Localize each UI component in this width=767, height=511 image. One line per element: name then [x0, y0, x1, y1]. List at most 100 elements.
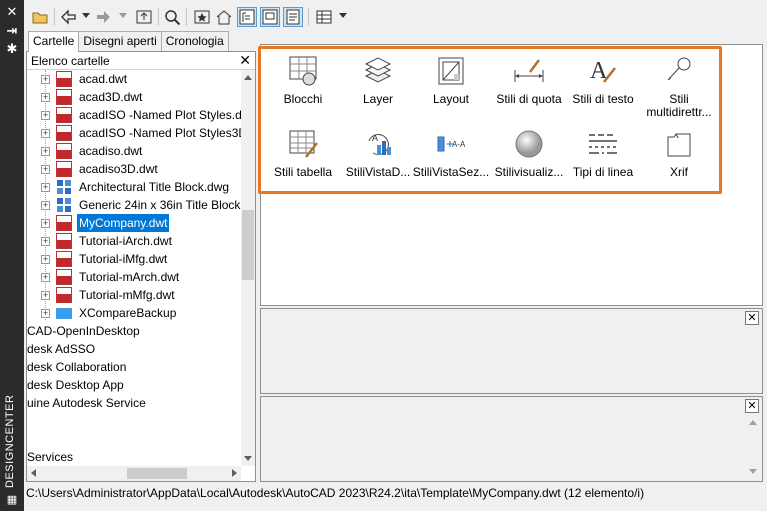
preview-icon[interactable] — [260, 7, 280, 27]
views-dropdown-icon[interactable] — [339, 13, 347, 18]
expand-icon[interactable]: + — [41, 219, 50, 228]
expand-icon[interactable]: + — [41, 93, 50, 102]
dwt-file-icon — [56, 143, 72, 159]
scroll-down-icon[interactable] — [244, 456, 252, 461]
close-icon[interactable]: ✕ — [239, 52, 251, 69]
expand-icon[interactable]: + — [41, 255, 50, 264]
expand-icon[interactable]: + — [41, 309, 50, 318]
content-item[interactable]: Layer — [339, 53, 417, 106]
status-bar: C:\Users\Administrator\AppData\Local\Aut… — [26, 486, 645, 500]
description-panel: ✕ — [260, 396, 763, 482]
scroll-up-icon[interactable] — [244, 75, 252, 80]
folder-list-panel: Elenco cartelle ✕ + acad.dwt + acad3D.dwt + a… — [26, 51, 256, 482]
tab-cartelle[interactable]: Cartelle — [28, 31, 80, 52]
search-icon[interactable] — [162, 7, 182, 27]
dwt-file-icon — [56, 71, 72, 87]
tree-item-label: acad.dwt — [79, 72, 128, 86]
content-item-label: Stili di quota — [496, 92, 562, 106]
designcenter-window: ✕ ⇥ ✱ DESIGNCENTER ▦ Cartelle Disegni ap… — [0, 0, 767, 511]
content-item[interactable]: Xrif — [640, 126, 718, 179]
svg-text:A: A — [372, 133, 378, 143]
textstyle-icon: A — [585, 53, 621, 89]
forward-icon[interactable] — [94, 7, 114, 27]
properties-icon[interactable]: ✱ — [5, 42, 19, 56]
content-item[interactable]: Layout — [412, 53, 490, 106]
toolbar-divider — [54, 8, 55, 26]
content-item[interactable]: A Stili di testo — [564, 53, 642, 106]
scroll-right-icon[interactable] — [232, 469, 237, 477]
content-item[interactable]: Stilivisualiz... — [490, 126, 568, 179]
sectionview-icon: A-A — [433, 126, 469, 162]
dwt-file-icon — [56, 107, 72, 123]
autohide-icon[interactable]: ⇥ — [5, 24, 19, 38]
tree-item-label: acadISO -Named Plot Styles3D — [79, 126, 241, 140]
tree-item-label: XCompareBackup — [79, 306, 177, 320]
tree-item-label: Tutorial-mArch.dwt — [79, 270, 180, 284]
vertical-scrollbar[interactable] — [241, 70, 255, 466]
scroll-up-icon[interactable] — [749, 420, 757, 425]
expand-icon[interactable]: + — [41, 147, 50, 156]
tab-strip: Cartelle Disegni aperti Cronologia — [28, 31, 229, 52]
expand-icon[interactable]: + — [41, 291, 50, 300]
expand-icon[interactable]: + — [41, 165, 50, 174]
tab-disegni-aperti[interactable]: Disegni aperti — [78, 31, 162, 51]
horizontal-scrollbar[interactable] — [27, 466, 241, 481]
palette-title-strip: ✕ ⇥ ✱ DESIGNCENTER ▦ — [0, 0, 24, 511]
views-icon[interactable] — [314, 7, 334, 27]
content-item-label: StiliVistaD... — [345, 165, 411, 179]
mleader-icon — [661, 53, 697, 89]
expand-icon[interactable]: + — [41, 111, 50, 120]
content-item[interactable]: Blocchi — [264, 53, 342, 106]
expand-icon[interactable]: + — [41, 273, 50, 282]
dwt-file-icon — [56, 161, 72, 177]
preview-panel: ✕ — [260, 308, 763, 394]
home-icon[interactable] — [214, 7, 234, 27]
tree-item-label: acadiso.dwt — [79, 144, 143, 158]
description-icon[interactable] — [283, 7, 303, 27]
content-item-label: StiliVistaSez... — [412, 165, 490, 179]
back-icon[interactable] — [58, 7, 78, 27]
tree-item-label: Services — [27, 450, 74, 464]
close-icon[interactable]: ✕ — [745, 399, 759, 413]
scroll-down-icon[interactable] — [749, 469, 757, 474]
layers-icon — [360, 53, 396, 89]
content-item-label: Blocchi — [283, 92, 323, 106]
expand-icon[interactable]: + — [41, 237, 50, 246]
dimstyle-icon — [511, 53, 547, 89]
dwt-file-icon — [56, 233, 72, 249]
content-item[interactable]: Stili multidirettr... — [640, 53, 718, 119]
up-icon[interactable] — [134, 7, 154, 27]
expand-icon[interactable]: + — [41, 75, 50, 84]
back-dropdown-icon[interactable] — [82, 13, 90, 18]
tree-connector — [45, 70, 46, 320]
tab-cronologia[interactable]: Cronologia — [160, 31, 229, 51]
forward-dropdown-icon[interactable] — [119, 13, 127, 18]
close-icon[interactable]: ✕ — [5, 5, 19, 19]
content-item[interactable]: Tipi di linea — [564, 126, 642, 179]
tree-toggle-icon[interactable] — [237, 7, 257, 27]
favorites-icon[interactable] — [192, 7, 212, 27]
expand-icon[interactable]: + — [41, 183, 50, 192]
scroll-left-icon[interactable] — [31, 469, 36, 477]
content-item-label: Xrif — [670, 165, 688, 179]
dwt-file-icon — [56, 251, 72, 267]
tree-item-label: Generic 24in x 36in Title Block.d — [79, 198, 241, 212]
folder-list-header: Elenco cartelle ✕ — [27, 52, 255, 70]
content-item[interactable]: Stili di quota — [490, 53, 568, 106]
content-item-label: Stili tabella — [273, 165, 333, 179]
content-item-label: Stili di testo — [572, 92, 634, 106]
folder-list-title: Elenco cartelle — [31, 54, 110, 68]
load-icon[interactable] — [30, 7, 50, 27]
expand-icon[interactable]: + — [41, 201, 50, 210]
linetype-icon — [585, 126, 621, 162]
expand-icon[interactable]: + — [41, 129, 50, 138]
content-item[interactable]: A StiliVistaD... — [339, 126, 417, 179]
grid-icon[interactable]: ▦ — [5, 493, 19, 507]
vertical-scrollbar[interactable] — [746, 415, 760, 479]
toolbar-divider — [308, 8, 309, 26]
content-item[interactable]: Stili tabella — [264, 126, 342, 179]
content-item[interactable]: A-A StiliVistaSez... — [412, 126, 490, 179]
scroll-thumb[interactable] — [242, 210, 254, 280]
scroll-thumb[interactable] — [127, 468, 187, 479]
close-icon[interactable]: ✕ — [745, 311, 759, 325]
